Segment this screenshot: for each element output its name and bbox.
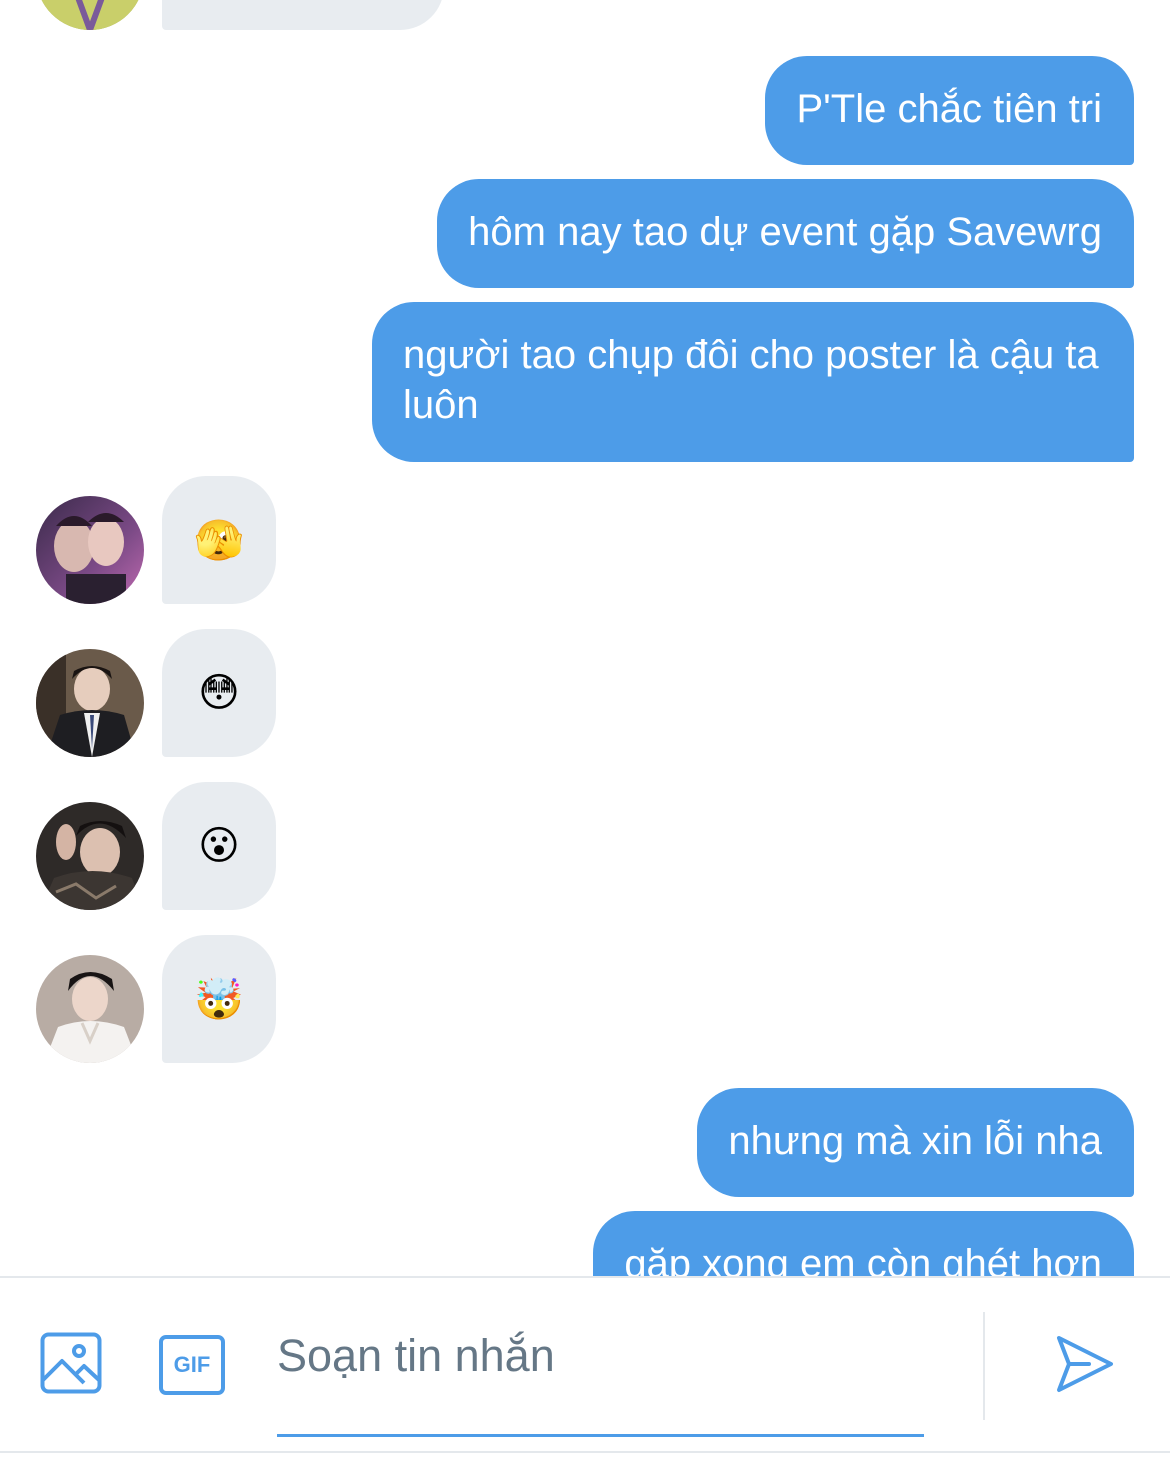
gif-icon: GIF	[159, 1335, 225, 1395]
incoming-emoji-message[interactable]: 😮	[162, 782, 276, 910]
incoming-emoji-message[interactable]: 🫣	[162, 476, 276, 604]
gif-label: GIF	[173, 1352, 211, 1377]
outgoing-message[interactable]: nhưng mà xin lỗi nha	[697, 1088, 1134, 1197]
incoming-emoji-message[interactable]: 😳	[162, 629, 276, 757]
flushed-face-icon: 😳	[198, 670, 240, 716]
input-focus-underline	[277, 1434, 924, 1437]
outgoing-message[interactable]: hôm nay tao dự event gặp Savewrg	[437, 179, 1134, 288]
avatar-previous[interactable]	[36, 0, 144, 30]
face-with-open-mouth-icon: 😮	[198, 823, 240, 869]
incoming-emoji-message[interactable]: 🤯	[162, 935, 276, 1063]
exploding-head-icon: 🤯	[194, 976, 244, 1023]
message-composer: GIF	[0, 1276, 1170, 1451]
outgoing-message[interactable]: người tao chụp đôi cho poster là cậu ta …	[372, 302, 1134, 462]
send-button[interactable]	[1055, 1334, 1115, 1399]
composer-divider	[983, 1312, 985, 1420]
avatar-user-1[interactable]	[36, 496, 144, 604]
message-thread[interactable]: P'Tle chắc tiên tri hôm nay tao dự event…	[0, 0, 1170, 1276]
face-with-peeking-eye-icon: 🫣	[194, 517, 244, 564]
message-input[interactable]	[277, 1326, 923, 1386]
bottom-bar	[0, 1451, 1170, 1474]
dm-conversation-screen: P'Tle chắc tiên tri hôm nay tao dự event…	[0, 0, 1170, 1474]
outgoing-message[interactable]: P'Tle chắc tiên tri	[765, 56, 1134, 165]
image-icon[interactable]	[40, 1332, 102, 1399]
outgoing-message[interactable]: gặp xong em còn ghét hơn	[593, 1211, 1134, 1276]
avatar-user-2[interactable]	[36, 649, 144, 757]
incoming-bubble-previous	[162, 0, 444, 30]
avatar-user-3[interactable]	[36, 802, 144, 910]
send-icon	[1057, 1336, 1113, 1392]
avatar-user-4[interactable]	[36, 955, 144, 1063]
gif-button[interactable]: GIF	[159, 1332, 225, 1395]
